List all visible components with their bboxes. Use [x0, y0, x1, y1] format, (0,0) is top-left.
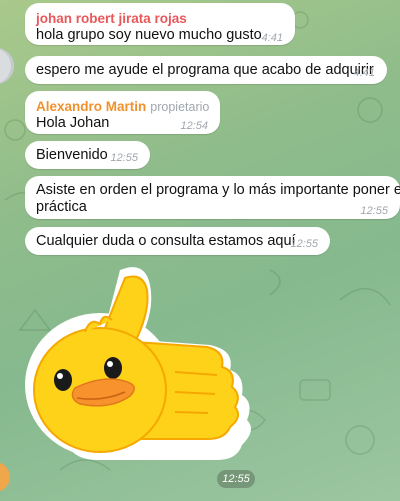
message-time: 4:41 [353, 67, 375, 79]
message-time: 12:55 [290, 238, 318, 250]
message-bubble[interactable]: Cualquier duda o consulta estamos aquí 1… [25, 227, 330, 255]
message-bubble[interactable]: espero me ayude el programa que acabo de… [25, 56, 387, 84]
sticker-time: 12:55 [217, 470, 255, 488]
message-text: espero me ayude el programa que acabo de… [36, 62, 374, 78]
message-text: Bienvenido [36, 147, 108, 163]
message-text-line: Asiste en orden el programa y lo más imp… [36, 182, 400, 198]
message-text: hola grupo soy nuevo mucho gusto [36, 27, 262, 43]
message-bubble[interactable]: johan robert jirata rojas hola grupo soy… [25, 3, 295, 45]
message-bubble[interactable]: Alexandro Martin propietario Hola Johan 1… [25, 91, 220, 134]
message-bubble[interactable]: Asiste en orden el programa y lo más imp… [25, 176, 400, 219]
role-badge: propietario [150, 100, 210, 114]
message-time: 4:41 [261, 32, 283, 44]
message-text: Hola Johan [36, 115, 110, 131]
message-time: 12:54 [180, 120, 208, 132]
message-time: 12:55 [360, 205, 388, 217]
message-bubble[interactable]: Bienvenido 12:55 [25, 141, 150, 169]
message-time: 12:55 [110, 152, 138, 164]
message-text-line: práctica [36, 199, 87, 215]
message-text: Cualquier duda o consulta estamos aquí [36, 233, 296, 249]
sender-name-text[interactable]: Alexandro Martin [36, 99, 146, 114]
duck-thumbs-up-sticker[interactable] [25, 260, 270, 465]
